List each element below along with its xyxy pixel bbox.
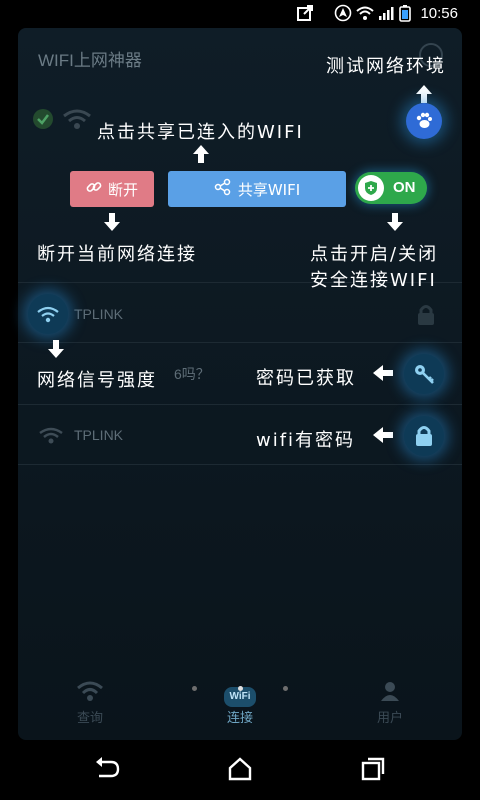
- connected-check-icon: [32, 108, 54, 134]
- hint-password-obtained: 密码已获取: [256, 368, 356, 389]
- hint-wifi-password: wifi有密码: [256, 430, 356, 451]
- user-icon: [350, 680, 430, 707]
- nav-label: 连接: [226, 711, 253, 726]
- divider: [18, 464, 462, 465]
- share-wifi-button[interactable]: 共享WIFI: [168, 171, 346, 207]
- arrow-up-icon: [192, 144, 210, 169]
- hint-toggle-line2: 安全连接WIFI: [310, 270, 437, 291]
- bottom-nav: 查询 WiFi 连接 用户: [18, 670, 462, 740]
- arrow-down-icon: [386, 212, 404, 237]
- share-label: 共享WIFI: [237, 180, 301, 199]
- hint-toggle-line1: 点击开启/关闭: [310, 244, 439, 265]
- page-dot: [192, 686, 197, 691]
- divider: [18, 342, 462, 343]
- share-icon: [296, 4, 314, 24]
- shield-icon: [358, 175, 384, 201]
- paw-test-icon[interactable]: [406, 103, 442, 139]
- disconnect-button[interactable]: 断开: [70, 171, 154, 207]
- divider: [18, 404, 462, 405]
- lock-icon[interactable]: [404, 416, 444, 456]
- key-icon[interactable]: [404, 354, 444, 394]
- page-indicator: [0, 686, 480, 692]
- status-bar: 10:56: [0, 0, 480, 28]
- battery-icon: [398, 4, 412, 24]
- wifi-badge-icon: WiFi: [200, 680, 280, 707]
- network-ssid[interactable]: TPLINK: [74, 427, 123, 443]
- disconnect-label: 断开: [107, 180, 138, 199]
- arrow-down-icon: [47, 339, 65, 364]
- clock: 10:56: [420, 5, 458, 22]
- cell-signal-icon: [378, 4, 394, 24]
- link-icon: [86, 179, 102, 199]
- network-wifi-icon: [38, 426, 64, 448]
- hint-test-network: 测试网络环境: [326, 56, 446, 77]
- arrow-down-icon: [103, 212, 121, 237]
- signal-strength-icon: [28, 294, 68, 334]
- page-dot-active: [238, 686, 243, 691]
- wifi-icon: [50, 680, 130, 707]
- hint-share-connected: 点击共享已连入的WIFI: [97, 122, 304, 143]
- wifi-signal-icon: [356, 4, 374, 24]
- nav-label: 用户: [376, 711, 403, 726]
- hint-disconnect: 断开当前网络连接: [37, 244, 197, 265]
- app-title: WIFI上网神器: [38, 51, 142, 70]
- arrow-left-icon: [372, 426, 394, 449]
- network-ssid[interactable]: TPLINK: [74, 306, 123, 322]
- home-icon[interactable]: [226, 756, 256, 784]
- partial-text: 6吗？: [174, 366, 210, 382]
- toggle-label: ON: [393, 179, 416, 196]
- page-dot: [283, 686, 288, 691]
- connected-wifi-icon: [62, 108, 92, 134]
- network-lock-icon: [416, 303, 436, 331]
- recent-apps-icon[interactable]: [359, 756, 389, 784]
- system-nav-bar: [0, 740, 480, 800]
- share-nodes-icon: [214, 178, 232, 200]
- hint-signal-strength: 网络信号强度: [37, 370, 157, 391]
- arrow-left-icon: [372, 364, 394, 387]
- secure-connect-toggle[interactable]: ON: [355, 172, 427, 204]
- back-icon[interactable]: [93, 756, 123, 784]
- nav-label: 查询: [76, 711, 103, 726]
- navigation-icon: [334, 4, 352, 24]
